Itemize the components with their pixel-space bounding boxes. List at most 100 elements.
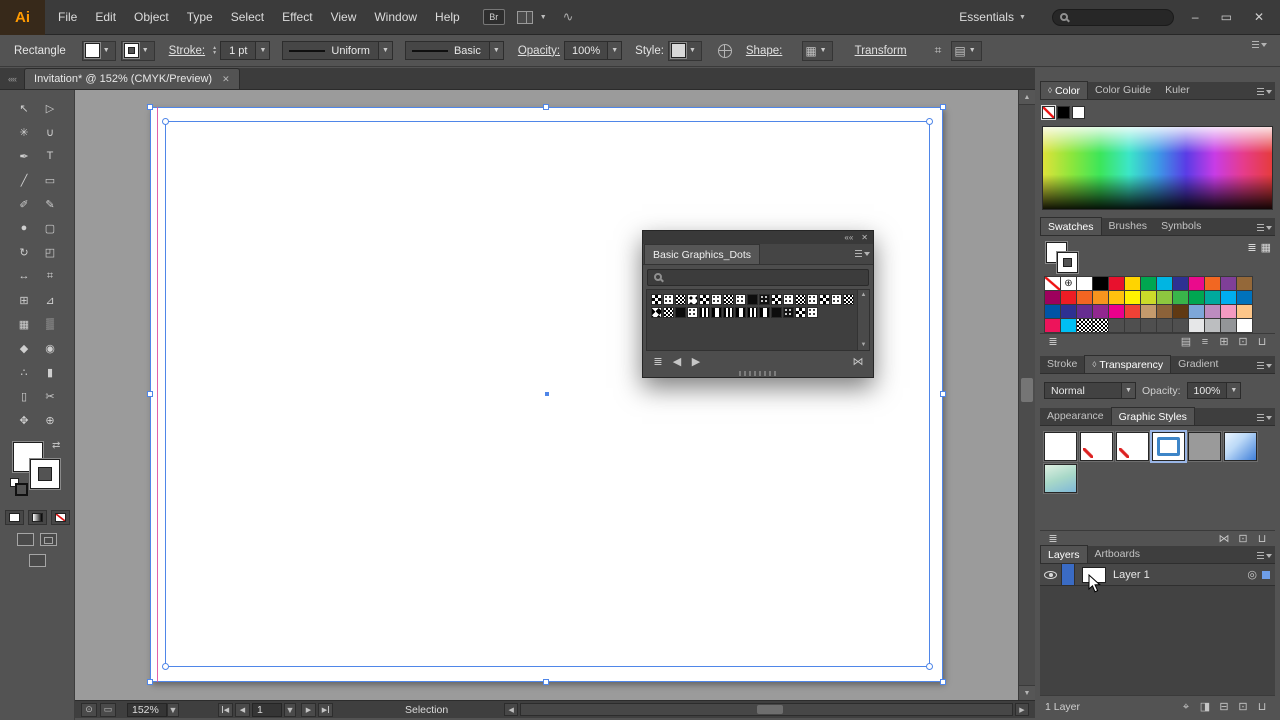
color-button[interactable] xyxy=(4,510,24,525)
help-search-box[interactable] xyxy=(1051,8,1174,26)
scroll-up-icon[interactable]: ▲ xyxy=(858,290,869,300)
stroke-link[interactable]: Stroke: xyxy=(169,45,205,57)
menu-edit[interactable]: Edit xyxy=(86,0,125,35)
handle-bottom-right[interactable] xyxy=(940,679,946,685)
artboard-number-field[interactable]: 1 xyxy=(252,702,282,717)
options-icon[interactable]: ≡ xyxy=(1197,335,1213,350)
swatch[interactable] xyxy=(1061,291,1076,304)
pattern-swatch[interactable] xyxy=(735,294,746,305)
stroke-width-field[interactable]: 1 pt ▼ xyxy=(220,41,271,60)
tab-gradient[interactable]: Gradient xyxy=(1171,355,1225,373)
zoom-tool[interactable]: ⊕ xyxy=(37,408,63,432)
anchor-top-left[interactable] xyxy=(162,118,169,125)
pattern-swatch[interactable] xyxy=(651,294,662,305)
tab-swatches[interactable]: Swatches xyxy=(1040,217,1102,235)
zoom-dropdown-icon[interactable]: ▼ xyxy=(167,702,179,717)
swatch[interactable] xyxy=(1141,305,1156,318)
pattern-swatch[interactable] xyxy=(771,307,782,318)
swatch[interactable] xyxy=(1237,291,1252,304)
blend-tool[interactable]: ◉ xyxy=(37,336,63,360)
swatch[interactable] xyxy=(1125,291,1140,304)
swatch[interactable] xyxy=(1173,305,1188,318)
grid-view-icon[interactable]: ▦ xyxy=(1261,241,1271,254)
pattern-swatch[interactable] xyxy=(723,294,734,305)
center-point[interactable] xyxy=(545,392,549,396)
pattern-swatch[interactable] xyxy=(759,307,770,318)
black-swatch[interactable] xyxy=(1057,106,1070,119)
chevron-down-icon[interactable]: ▼ xyxy=(488,42,503,59)
pattern-swatch[interactable] xyxy=(759,294,770,305)
swatch[interactable] xyxy=(1141,291,1156,304)
trash-icon[interactable]: ⊔ xyxy=(1254,335,1270,350)
panel-menu-icon[interactable] xyxy=(855,249,870,259)
swatch[interactable] xyxy=(1237,319,1252,332)
eyedropper-tool[interactable]: ◆ xyxy=(11,336,37,360)
selection-tool[interactable]: ↖ xyxy=(11,96,37,120)
anchor-bottom-right[interactable] xyxy=(926,663,933,670)
pattern-swatch[interactable] xyxy=(771,294,782,305)
fill-color-dropdown[interactable]: ▼ xyxy=(81,40,116,61)
tab-symbols[interactable]: Symbols xyxy=(1154,217,1208,235)
pattern-swatch[interactable] xyxy=(723,307,734,318)
align-icon[interactable]: ⌗ xyxy=(935,43,942,58)
blob-brush-tool[interactable]: ● xyxy=(11,216,37,240)
sublayer-icon[interactable]: ⊟ xyxy=(1216,700,1232,715)
swatch[interactable] xyxy=(1157,277,1172,290)
menu-file[interactable]: File xyxy=(49,0,86,35)
handle-bottom-center[interactable] xyxy=(543,679,549,685)
swatch[interactable] xyxy=(1237,305,1252,318)
swatch[interactable] xyxy=(1077,305,1092,318)
swatch[interactable] xyxy=(1093,277,1108,290)
arrange-documents-icon[interactable]: ▼ xyxy=(516,10,547,24)
handle-top-left[interactable] xyxy=(147,104,153,110)
artboard-tool[interactable]: ▯ xyxy=(11,384,37,408)
swatch[interactable] xyxy=(1189,305,1204,318)
lock-cell-highlighted[interactable] xyxy=(1062,564,1075,585)
swatch[interactable] xyxy=(1157,305,1172,318)
close-tab-icon[interactable]: ✕ xyxy=(222,74,230,85)
swatch[interactable] xyxy=(1109,305,1124,318)
swatch[interactable] xyxy=(1141,277,1156,290)
trash-icon[interactable]: ⊔ xyxy=(1254,700,1270,715)
stroke-width-stepper[interactable]: ▲ ▼ xyxy=(212,45,217,56)
menu-type[interactable]: Type xyxy=(178,0,222,35)
swatch[interactable] xyxy=(1205,319,1220,332)
floating-panel-title-bar[interactable]: «« ✕ xyxy=(643,231,873,244)
graphic-style-teal-img[interactable] xyxy=(1044,464,1077,493)
preview-mode-icon[interactable]: ⊙ xyxy=(81,702,97,717)
chevron-down-icon[interactable]: ▼ xyxy=(1121,383,1135,398)
swatch[interactable] xyxy=(1221,291,1236,304)
shape-link[interactable]: Shape: xyxy=(746,45,782,57)
menu-select[interactable]: Select xyxy=(222,0,273,35)
swatch[interactable] xyxy=(1221,319,1236,332)
bridge-icon[interactable]: Br xyxy=(482,9,505,25)
pattern-swatch[interactable] xyxy=(711,294,722,305)
more-options-dropdown[interactable]: ▤ ▼ xyxy=(951,40,982,61)
lasso-tool[interactable]: ∪ xyxy=(37,120,63,144)
swatch[interactable] xyxy=(1237,277,1252,290)
swatch[interactable] xyxy=(1189,291,1204,304)
graphic-style-blue-img[interactable] xyxy=(1224,432,1257,461)
swatch[interactable] xyxy=(1221,277,1236,290)
color-spectrum[interactable] xyxy=(1042,126,1273,210)
blend-mode-dropdown[interactable]: Normal ▼ xyxy=(1044,382,1136,399)
unlink-icon[interactable]: ⋈ xyxy=(1216,532,1232,547)
swatch-none[interactable] xyxy=(1045,277,1060,290)
swatch-pattern[interactable] xyxy=(1077,319,1092,332)
swatch[interactable] xyxy=(1205,305,1220,318)
pattern-swatch[interactable] xyxy=(699,307,710,318)
tab-brushes[interactable]: Brushes xyxy=(1102,217,1155,235)
target-icon[interactable]: ◎ xyxy=(1247,568,1257,581)
scroll-up-icon[interactable]: ▲ xyxy=(1019,90,1035,105)
kinds-icon[interactable]: ▤ xyxy=(1178,335,1194,350)
rotate-tool[interactable]: ↻ xyxy=(11,240,37,264)
swatch[interactable] xyxy=(1109,277,1124,290)
scroll-down-icon[interactable]: ▼ xyxy=(858,340,869,350)
collapse-panel-icon[interactable]: «« xyxy=(844,233,853,242)
close-panel-icon[interactable]: ✕ xyxy=(861,233,868,242)
stepper-down-icon[interactable]: ▼ xyxy=(212,50,217,56)
gradient-tool[interactable]: ▒ xyxy=(37,312,63,336)
stroke-proxy[interactable] xyxy=(30,459,60,489)
vertical-scroll-thumb[interactable] xyxy=(1021,378,1033,402)
swatch[interactable] xyxy=(1173,277,1188,290)
